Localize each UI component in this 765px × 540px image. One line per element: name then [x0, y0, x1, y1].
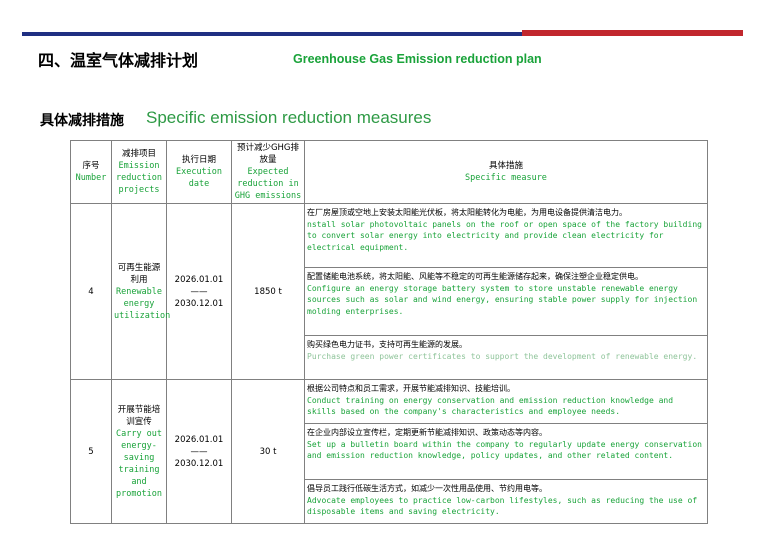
measures-table-container: 序号 Number 减排项目 Emission reduction projec… — [70, 140, 708, 524]
measure-text-cn: 配置储能电池系统，将太阳能、风能等不稳定的可再生能源储存起来，确保注塑企业稳定供… — [307, 272, 643, 281]
row-project-en: Renewable energy utilization — [114, 286, 171, 321]
section-title-en: Specific emission reduction measures — [146, 108, 432, 127]
row-project-en: Carry out energy-saving training and pro… — [115, 428, 163, 499]
header-project: 减排项目 Emission reduction projects — [111, 140, 167, 204]
row-ghg: 1850 t — [231, 203, 305, 380]
measure-text-en: Advocate employees to practice low-carbo… — [307, 495, 698, 517]
measure-text-en: Configure an energy storage battery syst… — [307, 283, 698, 316]
measure-cell: 在企业内部设立宣传栏，定期更新节能减排知识、政策动态等内容。 Set up a … — [304, 423, 708, 480]
row-number: 4 — [70, 203, 112, 380]
header-bar-blue — [22, 32, 522, 36]
measure-text-en: nstall solar photovoltaic panels on the … — [307, 219, 702, 252]
header-project-cn: 减排项目 — [121, 149, 156, 159]
measure-cell: 配置储能电池系统，将太阳能、风能等不稳定的可再生能源储存起来，确保注塑企业稳定供… — [304, 267, 708, 336]
row-date: 2026.01.01——2030.12.01 — [166, 203, 232, 380]
header-project-en: Emission reduction projects — [115, 161, 163, 195]
page-title-cn: 四、温室气体减排计划 — [38, 51, 199, 70]
measure-text-cn: 购买绿色电力证书，支持可再生能源的发展。 — [307, 340, 467, 349]
measure-text-cn: 在企业内部设立宣传栏，定期更新节能减排知识、政策动态等内容。 — [307, 428, 547, 437]
header-number-cn: 序号 — [82, 161, 100, 171]
row-project: 开展节能培训宣传 Carry out energy-saving trainin… — [111, 379, 167, 524]
header-bar-red — [522, 30, 743, 36]
header-ghg: 预计减少GHG排放量 Expected reduction in GHG emi… — [231, 140, 305, 204]
measure-text-en: Purchase green power certificates to sup… — [307, 351, 698, 361]
header-ghg-en: Expected reduction in GHG emissions — [234, 167, 302, 201]
row-project: 可再生能源利用 Renewable energy utilization — [111, 203, 171, 380]
measures-table: 序号 Number 减排项目 Emission reduction projec… — [70, 140, 708, 524]
measure-text-cn: 根据公司特点和员工需求，开展节能减排知识、技能培训。 — [307, 384, 515, 393]
measure-cell: 购买绿色电力证书，支持可再生能源的发展。 Purchase green powe… — [304, 335, 708, 380]
row-project-cn: 开展节能培训宣传 — [117, 404, 161, 427]
header-number: 序号 Number — [70, 140, 112, 204]
page-title-en: Greenhouse Gas Emission reduction plan — [293, 52, 542, 66]
header-measure-cn: 具体措施 — [488, 161, 523, 171]
header-ghg-cn: 预计减少GHG排放量 — [236, 143, 300, 165]
measure-text-en: Conduct training on energy conservation … — [307, 395, 674, 417]
row-project-cn: 可再生能源利用 — [117, 262, 161, 285]
table-header-row: 序号 Number 减排项目 Emission reduction projec… — [70, 140, 708, 204]
measure-text-cn: 在厂房屋顶或空地上安装太阳能光伏板，将太阳能转化为电能，为用电设备提供清洁电力。 — [307, 208, 627, 217]
measure-text-en: Set up a bulletin board within the compa… — [307, 439, 702, 461]
header-measure: 具体措施 Specific measure — [304, 140, 708, 204]
header-date: 执行日期 Execution date — [166, 140, 232, 204]
header-date-en: Execution date — [175, 167, 223, 189]
header-number-en: Number — [75, 173, 107, 183]
header-decoration-bar — [22, 30, 743, 36]
table-row: 4 可再生能源利用 Renewable energy utilization 2… — [70, 203, 708, 380]
measure-text-cn: 倡导员工践行低碳生活方式，如减少一次性用品使用、节约用电等。 — [307, 484, 547, 493]
row-date: 2026.01.01——2030.12.01 — [166, 379, 232, 524]
header-date-cn: 执行日期 — [181, 155, 216, 165]
measure-cell: 倡导员工践行低碳生活方式，如减少一次性用品使用、节约用电等。 Advocate … — [304, 479, 708, 524]
header-measure-en: Specific measure — [465, 173, 547, 183]
row-ghg: 30 t — [231, 379, 305, 524]
measure-cell: 根据公司特点和员工需求，开展节能减排知识、技能培训。 Conduct train… — [304, 379, 708, 424]
measure-cell: 在厂房屋顶或空地上安装太阳能光伏板，将太阳能转化为电能，为用电设备提供清洁电力。… — [304, 203, 708, 268]
table-row: 5 开展节能培训宣传 Carry out energy-saving train… — [70, 379, 708, 524]
row-number: 5 — [70, 379, 112, 524]
section-title-cn: 具体减排措施 — [40, 113, 124, 129]
